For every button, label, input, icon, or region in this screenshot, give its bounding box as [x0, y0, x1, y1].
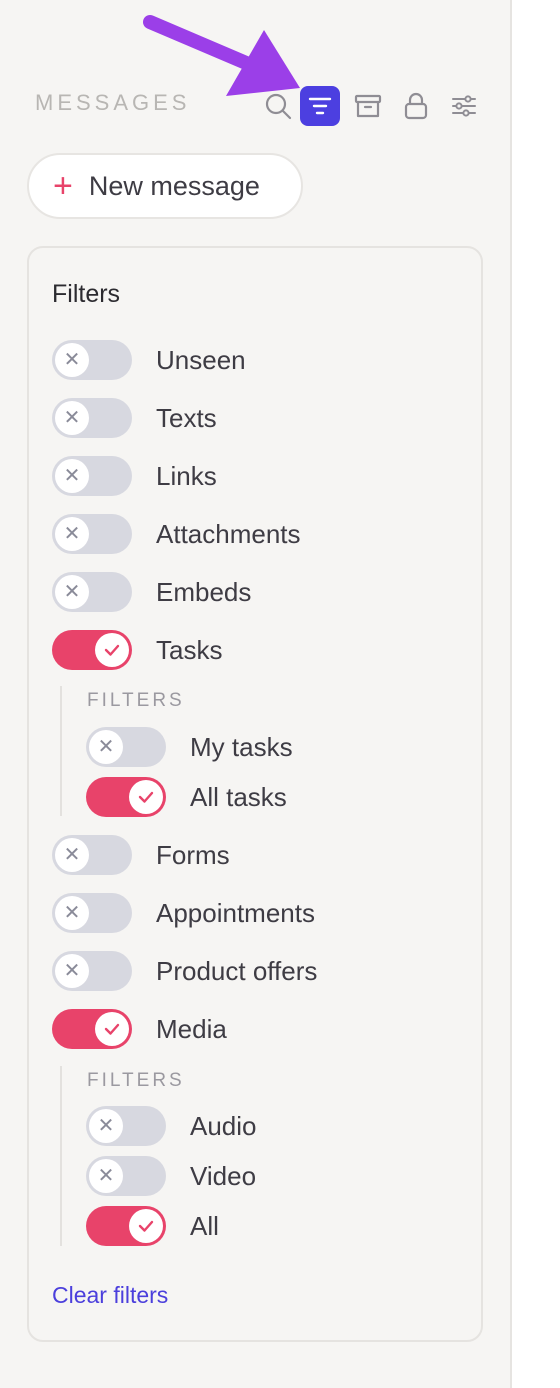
filter-label: Attachments	[156, 518, 301, 549]
filter-label: Texts	[156, 402, 217, 433]
toggle-switch[interactable]: ✕	[52, 893, 132, 933]
toggle-switch[interactable]: ✕	[52, 340, 132, 380]
toggle-switch[interactable]: ✕	[52, 514, 132, 554]
filter-button[interactable]	[300, 86, 340, 126]
filter-label: Unseen	[156, 344, 246, 375]
close-icon: ✕	[55, 838, 89, 872]
toggle-switch[interactable]: ✕	[86, 1156, 166, 1196]
filter-row-product-offers: ✕ Product offers	[52, 950, 317, 992]
close-icon: ✕	[55, 459, 89, 493]
sub-filter-divider	[60, 1066, 62, 1246]
filters-title: Filters	[52, 280, 121, 308]
filter-row-all-tasks: All tasks	[86, 776, 287, 818]
filter-label: Appointments	[156, 897, 315, 928]
toggle-switch[interactable]: ✕	[52, 835, 132, 875]
filter-label: My tasks	[190, 731, 293, 762]
new-message-button[interactable]: + New message	[27, 153, 303, 219]
toggle-switch[interactable]	[52, 1009, 132, 1049]
filter-label: Video	[190, 1160, 257, 1191]
close-icon: ✕	[55, 343, 89, 377]
new-message-label: New message	[88, 170, 260, 201]
messages-sidebar: MESSAGES + New message Filters ✕ Unseen	[0, 0, 512, 1388]
filter-label: Links	[156, 460, 217, 491]
close-icon: ✕	[55, 575, 89, 609]
filter-row-audio: ✕ Audio	[86, 1105, 257, 1147]
lock-icon	[404, 92, 428, 120]
toggle-switch[interactable]: ✕	[52, 572, 132, 612]
filter-label: Audio	[190, 1110, 257, 1141]
close-icon: ✕	[89, 1159, 123, 1193]
check-icon	[129, 1209, 163, 1243]
toggle-switch[interactable]	[86, 1206, 166, 1246]
filter-row-attachments: ✕ Attachments	[52, 513, 301, 555]
filter-row-appointments: ✕ Appointments	[52, 892, 315, 934]
close-icon: ✕	[89, 1109, 123, 1143]
tasks-sub-filters-title: FILTERS	[87, 690, 185, 711]
filter-row-unseen: ✕ Unseen	[52, 339, 246, 381]
filter-row-video: ✕ Video	[86, 1155, 256, 1197]
toggle-switch[interactable]	[86, 777, 166, 817]
check-icon	[129, 780, 163, 814]
search-icon	[265, 93, 292, 120]
settings-icon	[452, 95, 476, 117]
settings-button[interactable]	[444, 86, 484, 126]
plus-icon: +	[53, 167, 73, 205]
filter-row-my-tasks: ✕ My tasks	[86, 726, 293, 768]
filter-row-all: All	[86, 1205, 219, 1247]
filter-label: All tasks	[190, 781, 287, 812]
toggle-switch[interactable]: ✕	[86, 727, 166, 767]
filter-icon	[308, 97, 332, 115]
filter-label: Forms	[156, 839, 230, 870]
filter-row-texts: ✕ Texts	[52, 397, 217, 439]
toggle-switch[interactable]: ✕	[86, 1106, 166, 1146]
filter-label: Tasks	[156, 634, 223, 665]
filter-label: Media	[156, 1013, 227, 1044]
filter-row-media: Media	[52, 1008, 227, 1050]
search-button[interactable]	[258, 86, 298, 126]
close-icon: ✕	[89, 730, 123, 764]
filter-row-forms: ✕ Forms	[52, 834, 230, 876]
clear-filters-link[interactable]: Clear filters	[52, 1282, 168, 1309]
lock-button[interactable]	[396, 86, 436, 126]
media-sub-filters-title: FILTERS	[87, 1070, 185, 1091]
close-icon: ✕	[55, 401, 89, 435]
filter-label: All	[190, 1210, 219, 1241]
filter-row-tasks: Tasks	[52, 629, 222, 671]
filter-label: Product offers	[156, 955, 318, 986]
filter-label: Embeds	[156, 576, 252, 607]
toggle-switch[interactable]: ✕	[52, 951, 132, 991]
check-icon	[95, 1012, 129, 1046]
toggle-switch[interactable]: ✕	[52, 456, 132, 496]
close-icon: ✕	[55, 954, 89, 988]
toggle-switch[interactable]: ✕	[52, 398, 132, 438]
archive-icon	[354, 94, 382, 118]
filter-row-embeds: ✕ Embeds	[52, 571, 251, 613]
check-icon	[95, 633, 129, 667]
sidebar-title: MESSAGES	[35, 90, 191, 115]
close-icon: ✕	[55, 896, 89, 930]
filter-row-links: ✕ Links	[52, 455, 217, 497]
close-icon: ✕	[55, 517, 89, 551]
toggle-switch[interactable]	[52, 630, 132, 670]
archive-button[interactable]	[348, 86, 388, 126]
sub-filter-divider	[60, 686, 62, 816]
